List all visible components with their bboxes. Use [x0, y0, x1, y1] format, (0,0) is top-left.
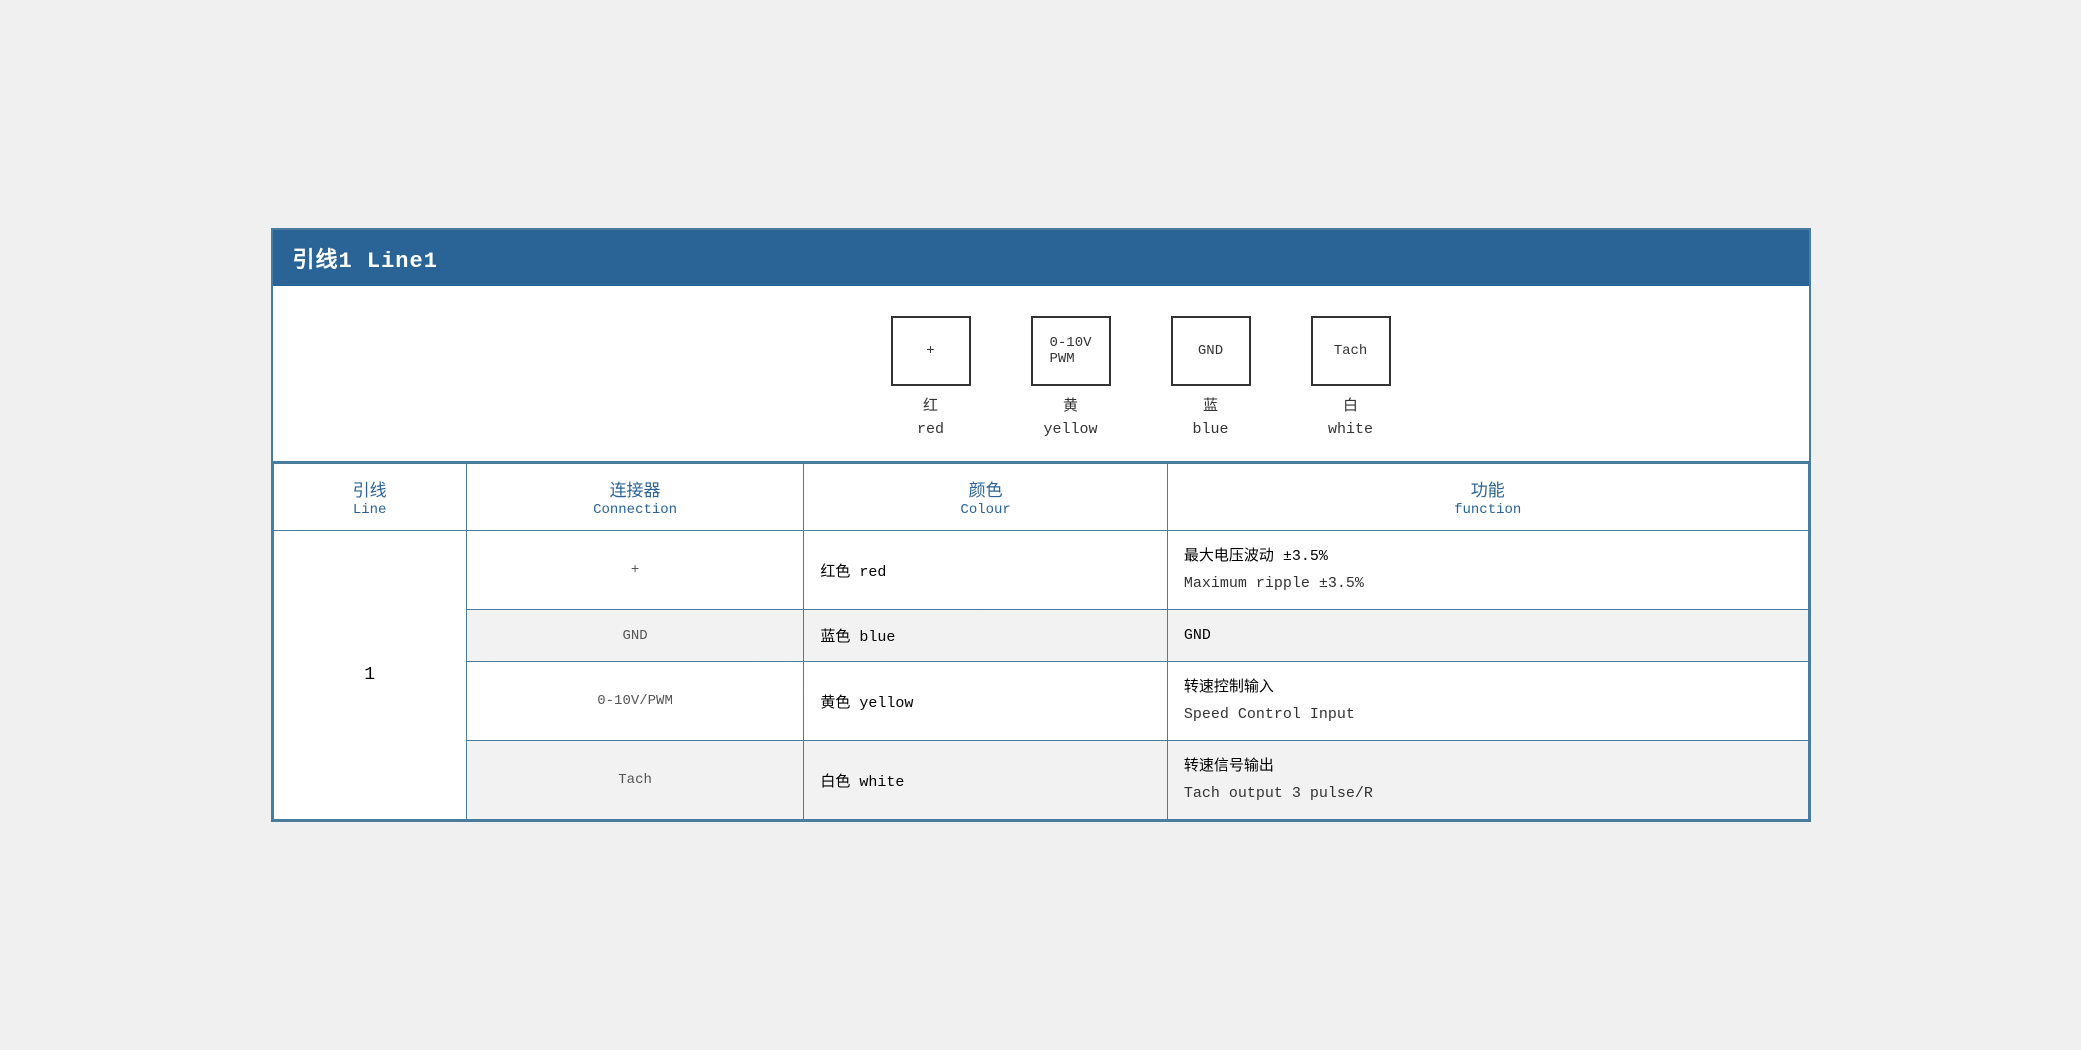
- connector-plus: + 红red: [891, 316, 971, 441]
- connection-value: GND: [466, 610, 804, 662]
- table-row: GND蓝色 blueGND: [273, 610, 1808, 662]
- col-colour: 颜色 Colour: [804, 464, 1168, 531]
- table-header-row: 引线 Line 连接器 Connection 颜色 Colour 功能 func…: [273, 464, 1808, 531]
- main-container: 引线1 Line1 + 红red 0-10V PWM 黄yellow GND 蓝blue T…: [271, 228, 1811, 822]
- col-line: 引线 Line: [273, 464, 466, 531]
- connection-value: 0-10V/PWM: [466, 662, 804, 741]
- color-value: 白色 white: [804, 741, 1168, 820]
- connector-symbol-gnd: GND: [1171, 316, 1251, 386]
- connector-label-plus: 红red: [917, 396, 944, 441]
- section-header: 引线1 Line1: [273, 230, 1809, 286]
- connector-pwm: 0-10V PWM 黄yellow: [1031, 316, 1111, 441]
- connector-tach: Tach 白white: [1311, 316, 1391, 441]
- connection-value: +: [466, 531, 804, 610]
- header-title: 引线1 Line1: [293, 249, 438, 274]
- connector-label-pwm: 黄yellow: [1043, 396, 1097, 441]
- connector-symbol-pwm: 0-10V PWM: [1031, 316, 1111, 386]
- function-value: 转速控制输入Speed Control Input: [1167, 662, 1808, 741]
- col-connection: 连接器 Connection: [466, 464, 804, 531]
- color-value: 红色 red: [804, 531, 1168, 610]
- table-section: VENTS 引线 Line 连接器 Connection 颜色 Colour: [273, 463, 1809, 820]
- connector-label-gnd: 蓝blue: [1192, 396, 1228, 441]
- table-row: 0-10V/PWM黄色 yellow转速控制输入Speed Control In…: [273, 662, 1808, 741]
- table-row: 1+红色 red最大电压波动 ±3.5%Maximum ripple ±3.5%: [273, 531, 1808, 610]
- connector-symbol-tach: Tach: [1311, 316, 1391, 386]
- function-value: 最大电压波动 ±3.5%Maximum ripple ±3.5%: [1167, 531, 1808, 610]
- function-value: 转速信号输出Tach output 3 pulse/R: [1167, 741, 1808, 820]
- color-value: 蓝色 blue: [804, 610, 1168, 662]
- connector-symbol-plus: +: [891, 316, 971, 386]
- connection-value: Tach: [466, 741, 804, 820]
- diagram-section: + 红red 0-10V PWM 黄yellow GND 蓝blue Tach 白white: [273, 286, 1809, 463]
- color-value: 黄色 yellow: [804, 662, 1168, 741]
- connector-label-tach: 白white: [1328, 396, 1373, 441]
- table-row: Tach白色 white转速信号输出Tach output 3 pulse/R: [273, 741, 1808, 820]
- diagram-inner: + 红red 0-10V PWM 黄yellow GND 蓝blue Tach 白white: [891, 316, 1391, 441]
- function-value: GND: [1167, 610, 1808, 662]
- connector-gnd: GND 蓝blue: [1171, 316, 1251, 441]
- data-table: 引线 Line 连接器 Connection 颜色 Colour 功能 func…: [273, 463, 1809, 820]
- col-function: 功能 function: [1167, 464, 1808, 531]
- line-number: 1: [273, 531, 466, 820]
